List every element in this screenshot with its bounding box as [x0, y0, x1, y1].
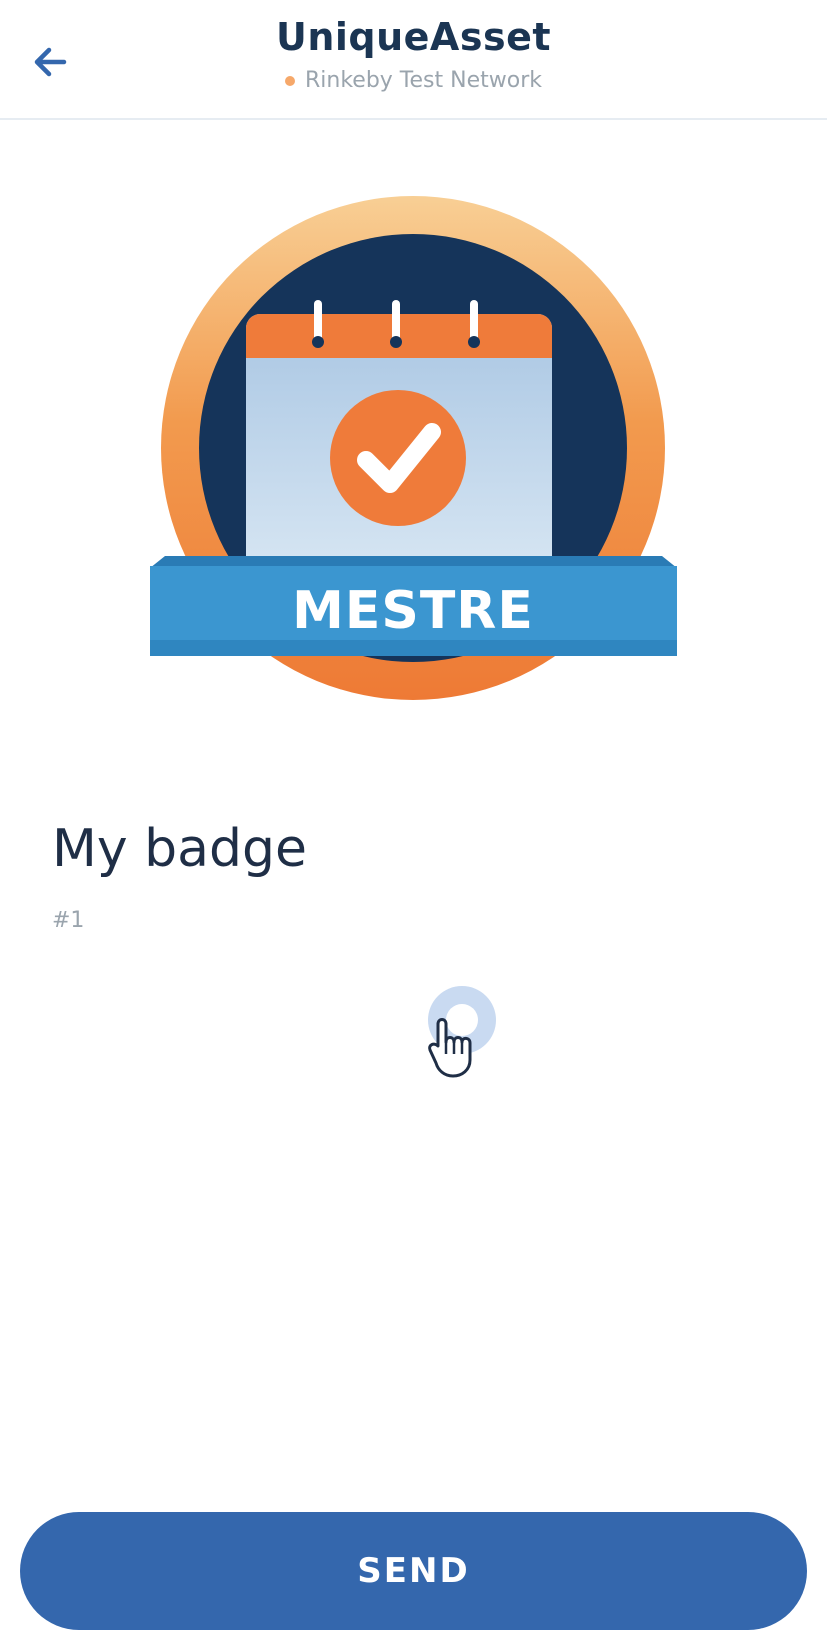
- send-button[interactable]: SEND: [20, 1512, 807, 1630]
- arrow-left-icon: [34, 47, 67, 77]
- asset-name: My badge: [52, 819, 308, 879]
- network-indicator[interactable]: Rinkeby Test Network: [285, 68, 542, 94]
- page-title: UniqueAsset: [275, 15, 552, 59]
- check-circle: [330, 390, 466, 526]
- asset-id: #1: [52, 908, 85, 933]
- network-status-dot: [285, 76, 295, 86]
- header-title-group: UniqueAsset Rinkeby Test Network: [150, 14, 677, 94]
- app-header: UniqueAsset Rinkeby Test Network: [0, 0, 827, 120]
- tap-pointer-icon: [428, 986, 496, 1078]
- back-button[interactable]: [22, 34, 78, 90]
- nft-badge-image: MESTRE: [150, 196, 677, 700]
- banner-text: MESTRE: [292, 581, 534, 641]
- network-name: Rinkeby Test Network: [305, 68, 542, 93]
